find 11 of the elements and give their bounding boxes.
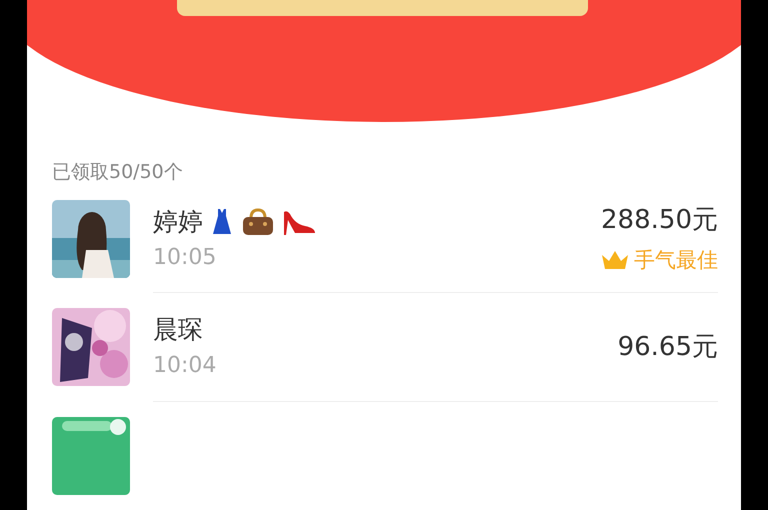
claim-time: 10:05 — [153, 244, 218, 270]
amount: 96.65元 — [618, 332, 718, 362]
handbag-icon — [241, 208, 275, 236]
claimed-count: 已领取50/50个 — [52, 160, 184, 185]
claim-time: 10:04 — [153, 352, 218, 379]
open-button[interactable] — [177, 0, 588, 16]
user-name: 婷婷 — [153, 206, 203, 236]
crown-icon — [600, 248, 630, 270]
best-luck-label: 手气最佳 — [634, 246, 718, 272]
amount: 288.50元 — [601, 204, 718, 234]
user-name: 晨琛 — [153, 314, 203, 345]
